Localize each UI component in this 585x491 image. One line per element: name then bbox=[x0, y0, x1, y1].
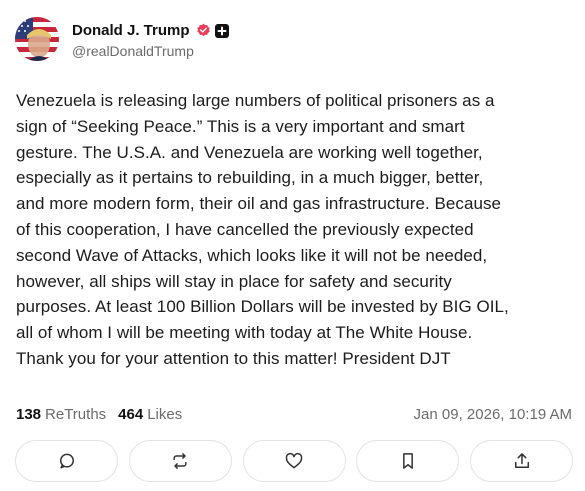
post-stats: 138 ReTruths 464 Likes Jan 09, 2026, 10:… bbox=[16, 403, 572, 425]
likes-label[interactable]: Likes bbox=[147, 406, 182, 423]
retruth-icon bbox=[173, 453, 187, 469]
post-header: Donald J. Trump @realDonaldTrump bbox=[15, 16, 229, 62]
bookmark-icon bbox=[402, 453, 413, 469]
author-handle[interactable]: @realDonaldTrump bbox=[72, 43, 229, 59]
retruth-button[interactable] bbox=[128, 440, 232, 482]
likes-count[interactable]: 464 bbox=[118, 406, 143, 423]
plus-badge-icon bbox=[214, 23, 229, 38]
reply-button[interactable] bbox=[15, 440, 118, 482]
share-button[interactable] bbox=[470, 440, 573, 482]
post-timestamp[interactable]: Jan 09, 2026, 10:19 AM bbox=[414, 406, 572, 423]
display-name[interactable]: Donald J. Trump bbox=[72, 22, 190, 39]
verified-badge-icon bbox=[196, 23, 211, 38]
action-bar bbox=[15, 440, 573, 482]
author-info: Donald J. Trump @realDonaldTrump bbox=[72, 20, 229, 59]
bookmark-button[interactable] bbox=[356, 440, 460, 482]
retruths-label[interactable]: ReTruths bbox=[45, 406, 106, 423]
post-body: Venezuela is releasing large numbers of … bbox=[16, 91, 509, 368]
like-button[interactable] bbox=[242, 440, 346, 482]
share-icon bbox=[514, 453, 529, 468]
truth-post: Donald J. Trump @realDonaldTrump Venezue… bbox=[0, 0, 585, 491]
avatar[interactable] bbox=[15, 17, 59, 61]
like-icon bbox=[285, 452, 303, 469]
flag-portrait-avatar bbox=[15, 17, 59, 61]
name-row: Donald J. Trump bbox=[72, 20, 229, 42]
retruths-count[interactable]: 138 bbox=[16, 406, 41, 423]
reply-icon bbox=[59, 453, 74, 469]
